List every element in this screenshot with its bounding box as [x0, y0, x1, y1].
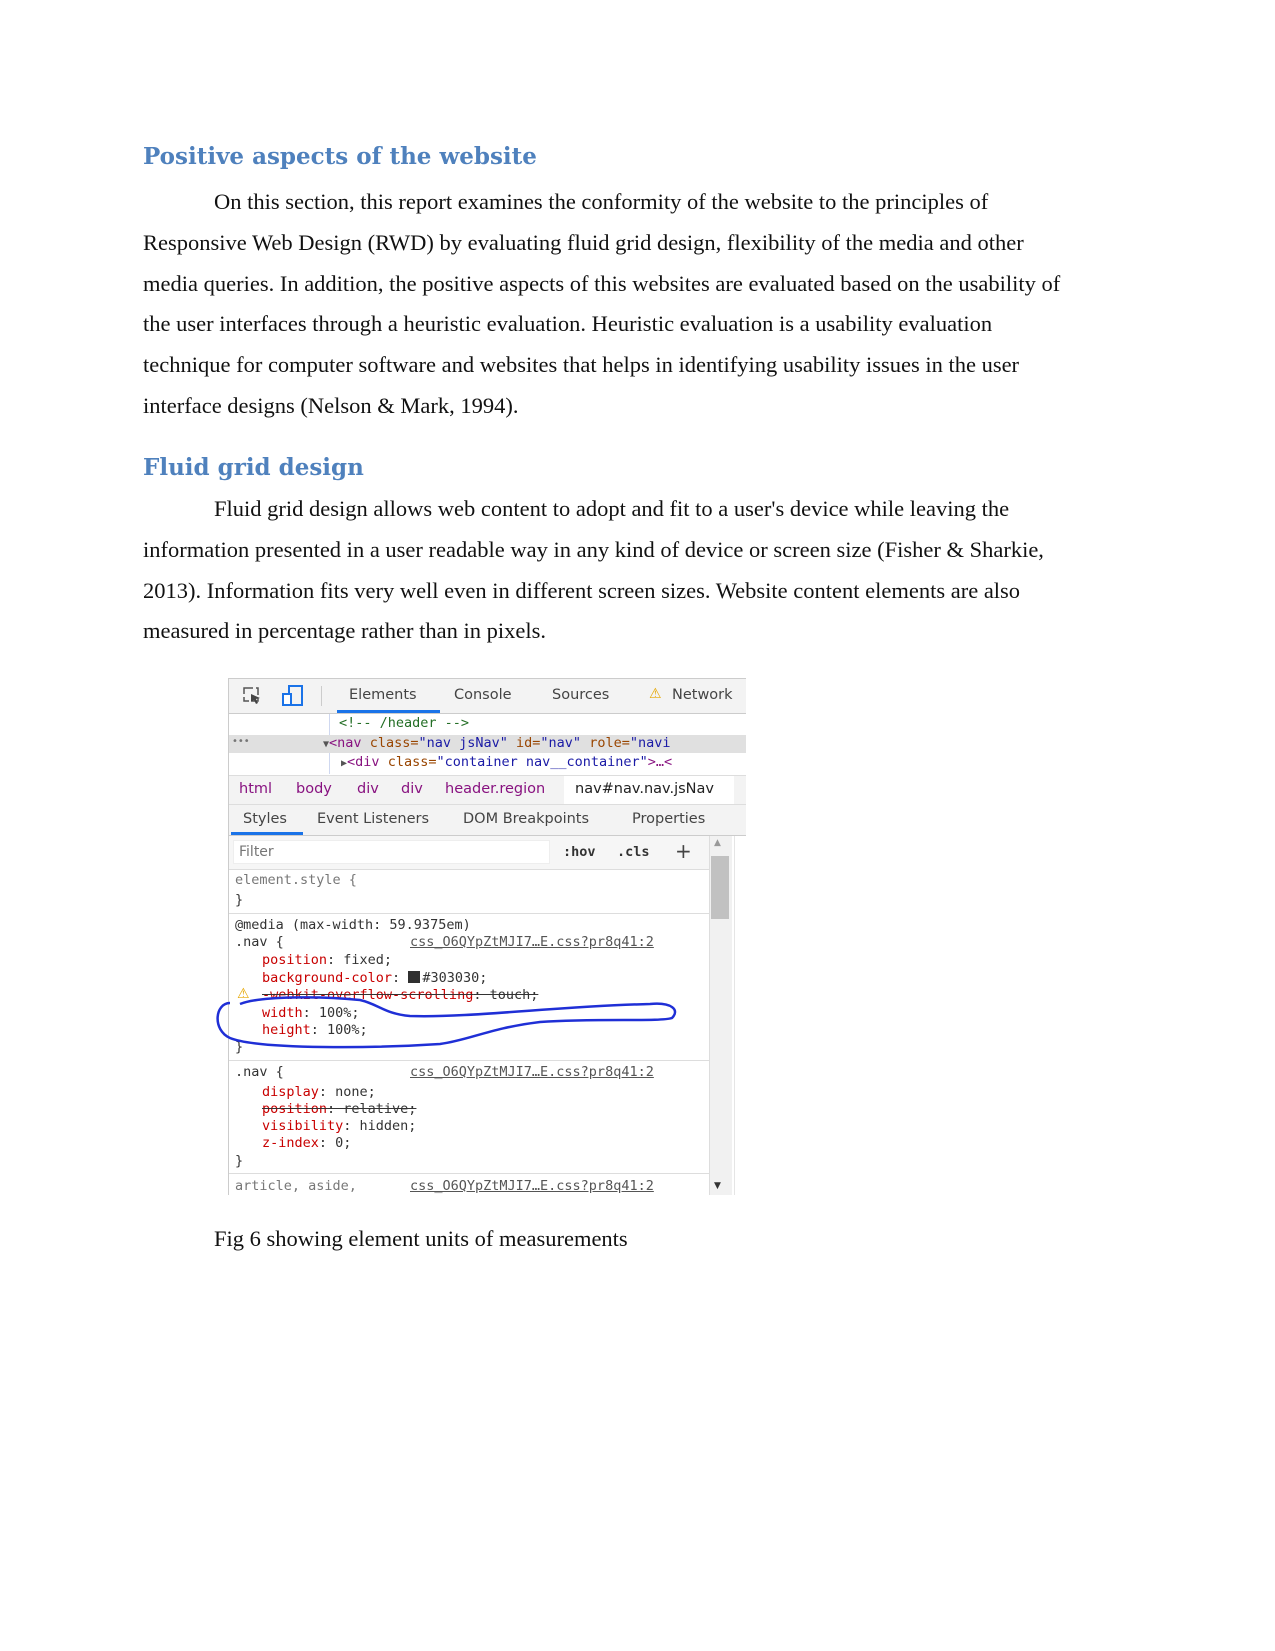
tab-elements[interactable]: Elements [349, 687, 417, 703]
subtab-properties[interactable]: Properties [632, 811, 705, 827]
breadcrumb-html[interactable]: html [239, 781, 272, 797]
brace: } [235, 1039, 244, 1055]
devtools-screenshot: Elements Console Sources ⚠ Network <!-- … [228, 678, 746, 1195]
breadcrumb-nav[interactable]: nav#nav.nav.jsNav [575, 781, 714, 797]
inspect-element-icon[interactable] [243, 687, 263, 705]
breadcrumb-header-region[interactable]: header.region [445, 781, 545, 797]
tab-console[interactable]: Console [454, 687, 512, 703]
tab-sources[interactable]: Sources [552, 687, 609, 703]
element-style-selector[interactable]: element.style { [235, 872, 357, 888]
scroll-down-icon[interactable]: ▼ [714, 1181, 721, 1191]
breadcrumb-div[interactable]: div [401, 781, 423, 797]
breadcrumb-div[interactable]: div [357, 781, 379, 797]
css-prop[interactable]: position: fixed; [262, 952, 392, 968]
rule-source-link[interactable]: css_O6QYpZtMJI7…E.css?pr8q41:2 [410, 1178, 654, 1194]
css-prop-invalid[interactable]: -webkit-overflow-scrolling: touch; [262, 987, 538, 1003]
brace: } [235, 892, 244, 908]
section-paragraph: Fluid grid design allows web content to … [143, 496, 1044, 644]
dom-comment[interactable]: <!-- /header --> [339, 715, 469, 731]
hov-toggle[interactable]: :hov [563, 844, 596, 860]
css-prop[interactable]: display: none; [262, 1084, 376, 1100]
subtab-styles[interactable]: Styles [243, 811, 287, 827]
styles-filter-input[interactable] [233, 840, 550, 864]
subtab-dom-breakpoints[interactable]: DOM Breakpoints [463, 811, 589, 827]
brace: } [235, 1153, 244, 1169]
css-prop-width[interactable]: width: 100%; [262, 1005, 360, 1021]
css-prop-overridden[interactable]: position: relative; [262, 1101, 416, 1117]
media-query: @media (max-width: 59.9375em) [235, 917, 471, 933]
dom-div-line[interactable]: ▶<div class="container nav__container">…… [341, 754, 672, 770]
css-prop-height[interactable]: height: 100%; [262, 1022, 368, 1038]
rule-selector[interactable]: .nav { [235, 1064, 284, 1080]
section-heading: Positive aspects of the website [143, 143, 537, 170]
warning-icon: ⚠ [237, 986, 250, 1002]
tab-network[interactable]: Network [672, 687, 733, 703]
new-rule-plus-icon[interactable]: + [675, 839, 692, 863]
scrollbar-thumb[interactable] [711, 856, 729, 919]
subtab-event-listeners[interactable]: Event Listeners [317, 811, 429, 827]
more-icon[interactable]: ••• [232, 736, 250, 747]
rule-selector[interactable]: .nav { [235, 934, 284, 950]
breadcrumb-body[interactable]: body [296, 781, 332, 797]
scroll-up-icon[interactable]: ▲ [714, 838, 721, 848]
css-prop[interactable]: visibility: hidden; [262, 1118, 416, 1134]
device-toolbar-icon[interactable] [281, 685, 305, 707]
rule-source-link[interactable]: css_O6QYpZtMJI7…E.css?pr8q41:2 [410, 934, 654, 950]
rule-selector[interactable]: article, aside, [235, 1178, 357, 1194]
section-heading: Fluid grid design [143, 454, 364, 481]
color-swatch[interactable] [408, 971, 421, 983]
figure-caption: Fig 6 showing element units of measureme… [214, 1226, 628, 1251]
dom-nav-line[interactable]: ▼<nav class="nav jsNav" id="nav" role="n… [323, 735, 670, 751]
rule-source-link[interactable]: css_O6QYpZtMJI7…E.css?pr8q41:2 [410, 1064, 654, 1080]
warning-icon: ⚠ [649, 686, 662, 702]
cls-toggle[interactable]: .cls [617, 844, 650, 860]
css-prop[interactable]: background-color: #303030; [262, 970, 487, 986]
css-prop[interactable]: z-index: 0; [262, 1135, 351, 1151]
section-paragraph: On this section, this report examines th… [143, 189, 1061, 418]
